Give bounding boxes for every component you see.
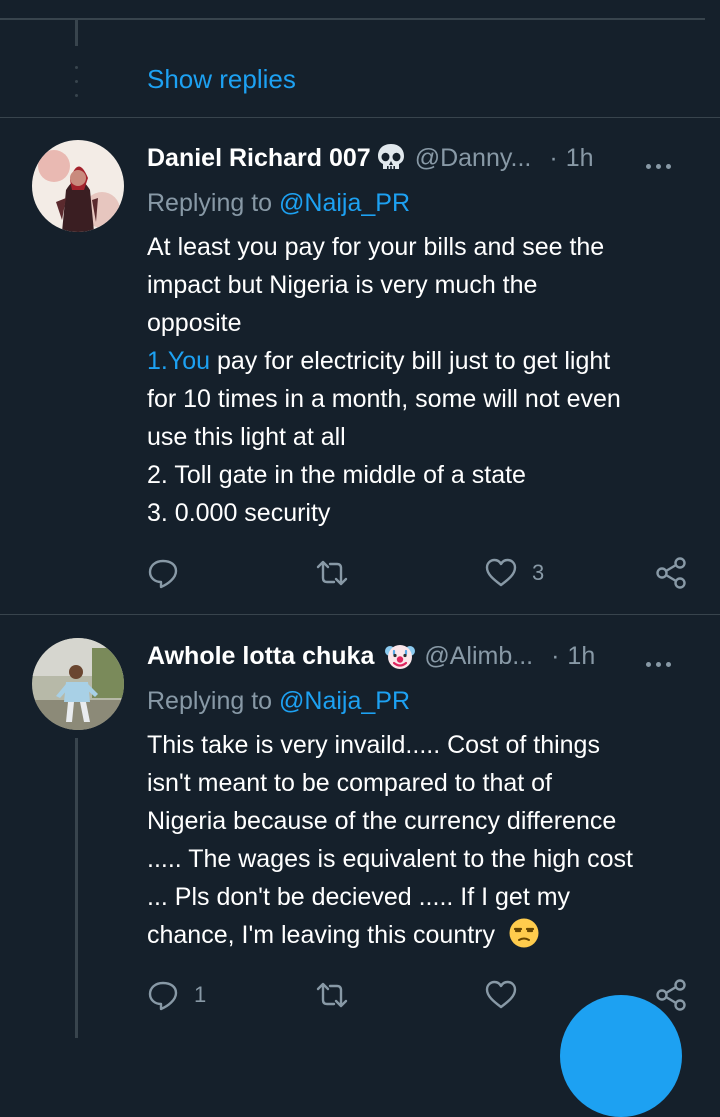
tweet-text: This take is very invaild..... Cost of t… <box>147 726 707 954</box>
retweet-icon <box>316 982 348 1008</box>
display-name[interactable]: Daniel Richard 007 <box>147 144 371 173</box>
reply-button[interactable] <box>146 556 194 590</box>
display-name[interactable]: Awhole lotta chuka <box>147 642 374 671</box>
heart-icon <box>485 558 517 587</box>
clown-face-emoji-icon <box>385 645 416 669</box>
reply-button[interactable]: 1 <box>146 978 206 1012</box>
auto-link[interactable]: 1.You <box>147 347 210 375</box>
share-icon <box>656 979 686 1011</box>
tweet-divider <box>0 117 720 118</box>
replying-to: Replying to @Naija_PR <box>147 189 410 218</box>
tweet-text-line: 2. Toll gate in the middle of a state <box>147 461 526 489</box>
show-replies-link[interactable]: Show replies <box>147 64 296 95</box>
timestamp[interactable]: 1h <box>567 642 595 671</box>
tweet-header: Daniel Richard 007 @Danny... · 1h <box>147 141 680 175</box>
tweet-divider <box>0 614 720 615</box>
avatar[interactable] <box>32 638 124 730</box>
tweet-text-line: chance, I'm leaving this country <box>147 916 707 954</box>
tweet-text-line: Nigeria because of the currency differen… <box>147 807 617 835</box>
heart-icon <box>485 980 517 1009</box>
top-divider <box>0 18 705 20</box>
tweet-text-line: ..... The wages is equivalent to the hig… <box>147 845 633 873</box>
thread-connector-line <box>75 20 78 46</box>
retweet-button[interactable] <box>314 978 364 1012</box>
share-button[interactable] <box>654 556 688 590</box>
tweet-text-line: ... Pls don't be decieved ..... If I get… <box>147 883 571 911</box>
separator-dot: · <box>549 143 558 172</box>
like-button[interactable] <box>484 978 532 1012</box>
reply-count: 1 <box>194 982 207 1007</box>
unamused-face-emoji-icon <box>509 918 539 948</box>
like-button[interactable]: 3 <box>484 556 544 590</box>
replying-to-handle-link[interactable]: @Naija_PR <box>279 189 410 217</box>
reply-icon <box>148 559 178 589</box>
compose-tweet-button[interactable] <box>560 995 682 1117</box>
share-button[interactable] <box>654 978 688 1012</box>
user-handle[interactable]: @Danny... <box>415 144 532 173</box>
tweet-text-line: opposite <box>147 309 242 337</box>
tweet-text: At least you pay for your bills and see … <box>147 228 707 532</box>
tweet-text-line: use this light at all <box>147 423 346 451</box>
skull-emoji-icon <box>377 144 404 170</box>
tweet-text-line: 3. 0.000 security <box>147 499 331 527</box>
tweet-text-line: isn't meant to be compared to that of <box>147 769 553 797</box>
user-handle[interactable]: @Alimb... <box>424 642 533 671</box>
timestamp[interactable]: 1h <box>566 144 594 173</box>
reply-icon <box>148 981 178 1011</box>
retweet-button[interactable] <box>314 556 364 590</box>
tweet-header: Awhole lotta chuka @Alimb... · 1h <box>147 639 680 673</box>
more-options-icon[interactable] <box>646 147 680 169</box>
tweet-text-line: for 10 times in a month, some will not e… <box>147 385 621 413</box>
separator-dot: · <box>551 641 560 670</box>
tweet-text-line: 1.You pay for electricity bill just to g… <box>147 342 707 380</box>
replying-to-handle-link[interactable]: @Naija_PR <box>279 687 410 715</box>
tweet-text-fragment: pay for electricity bill just to get lig… <box>210 347 611 375</box>
tweet-text-line: impact but Nigeria is very much the <box>147 271 538 299</box>
retweet-icon <box>316 560 348 586</box>
tweet-actions: 3 <box>0 556 720 592</box>
replying-to-prefix: Replying to <box>147 687 273 715</box>
share-icon <box>656 557 686 589</box>
like-count: 3 <box>532 560 545 585</box>
tweet-text-line: This take is very invaild..... Cost of t… <box>147 731 600 759</box>
tweet-text-fragment: chance, I'm leaving this country <box>147 921 495 949</box>
more-options-icon[interactable] <box>646 645 680 667</box>
replying-to: Replying to @Naija_PR <box>147 687 410 716</box>
replying-to-prefix: Replying to <box>147 189 273 217</box>
avatar[interactable] <box>32 140 124 232</box>
thread-dots <box>75 66 78 100</box>
tweet-text-line: At least you pay for your bills and see … <box>147 233 605 261</box>
